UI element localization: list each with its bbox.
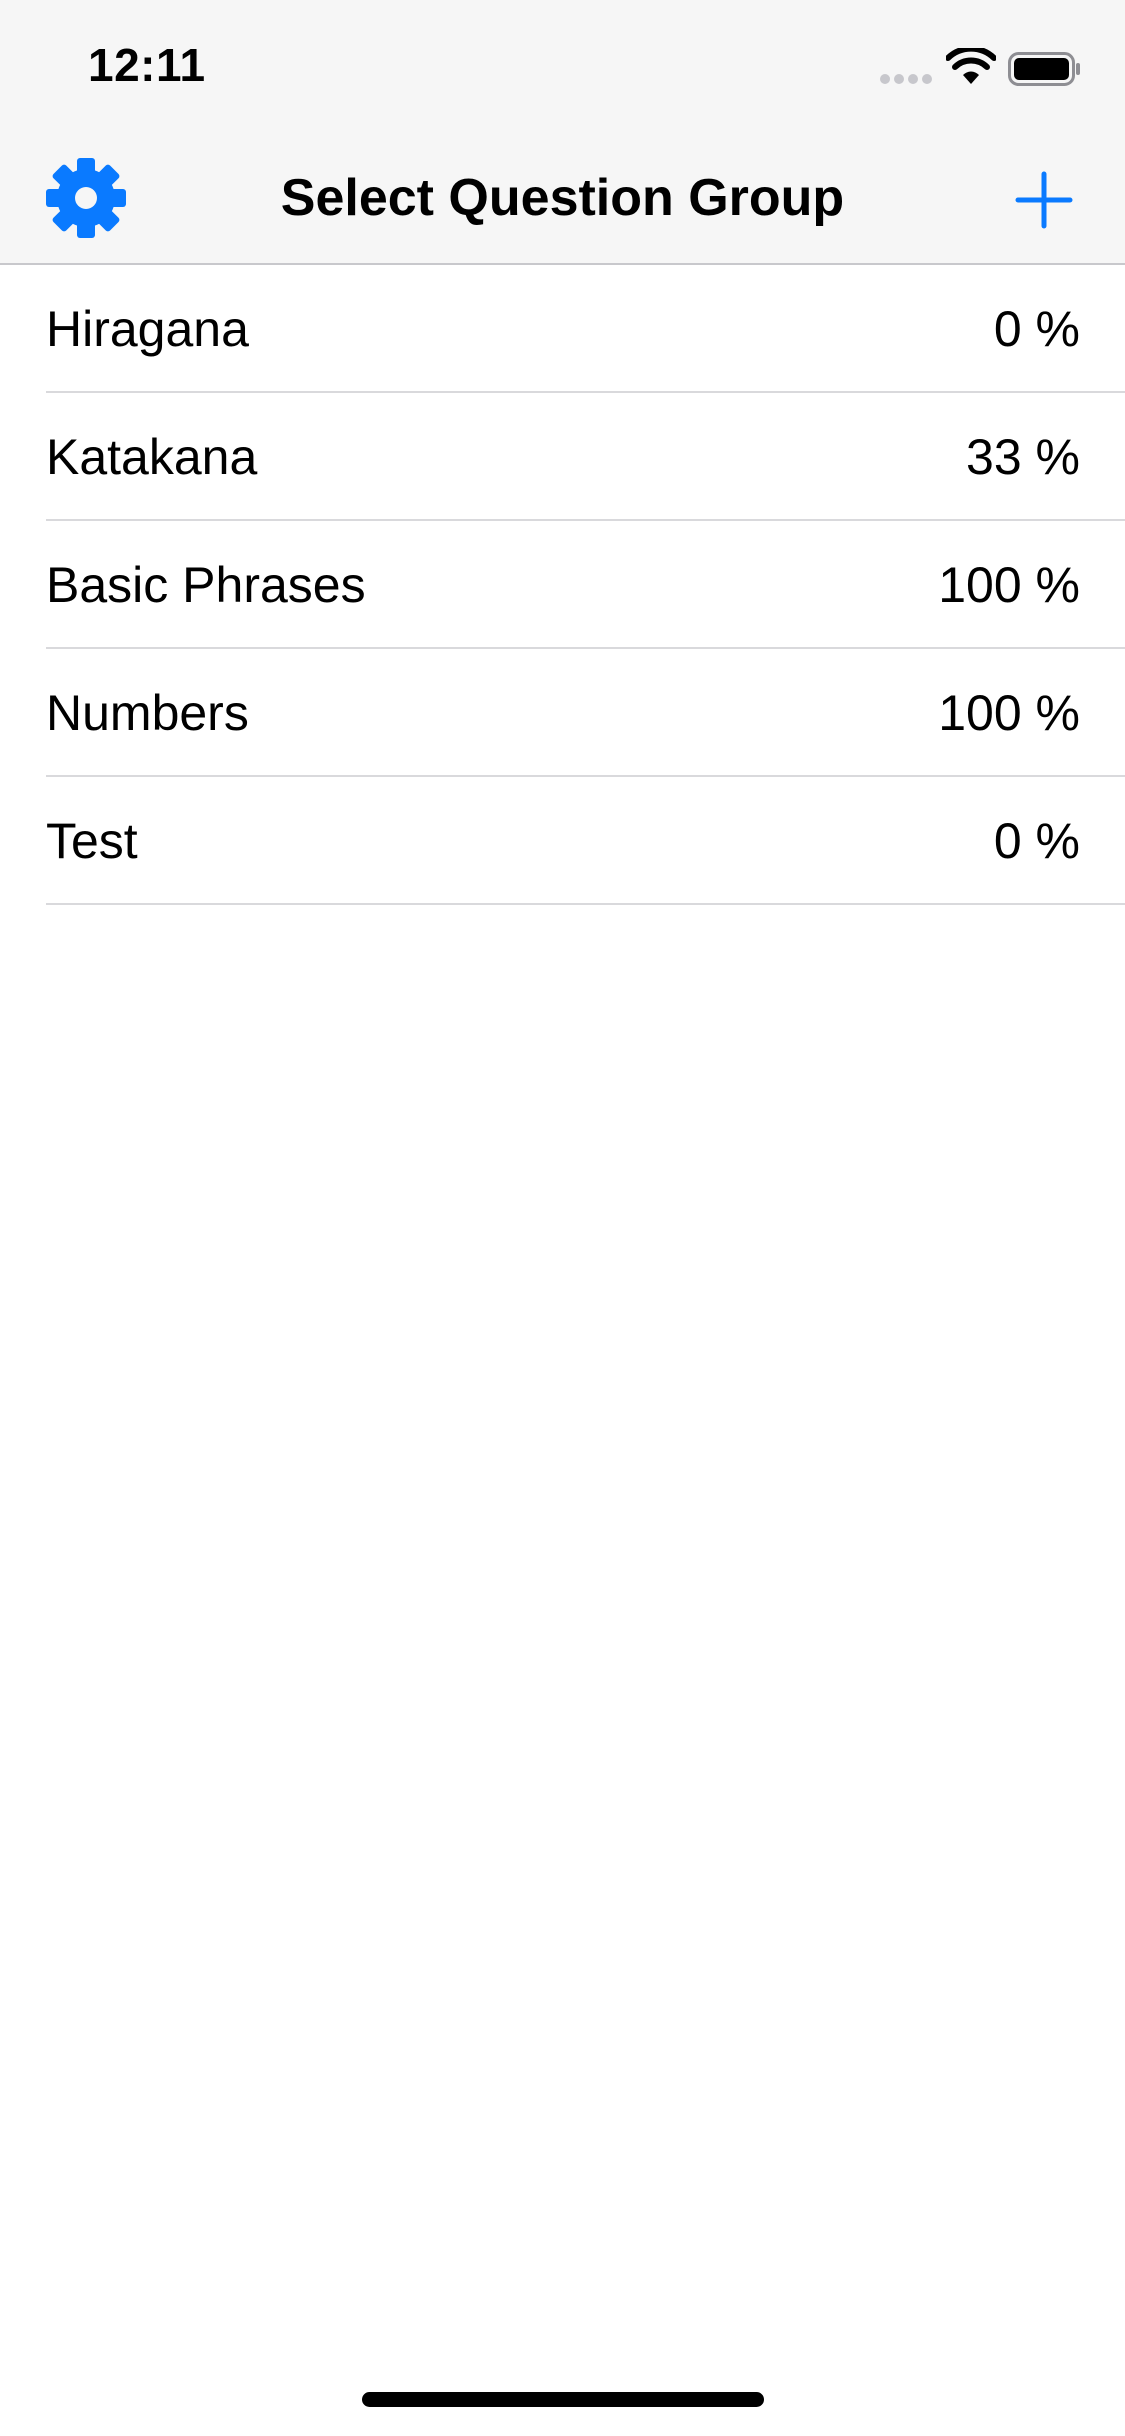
battery-icon xyxy=(1008,52,1080,86)
group-name: Test xyxy=(46,813,138,869)
signal-icon xyxy=(880,74,934,84)
group-name: Hiragana xyxy=(46,301,249,357)
group-name: Basic Phrases xyxy=(46,557,366,613)
top-bar: 12:11 Select Question Group xyxy=(0,0,1125,265)
list-item-test[interactable]: Test 0 % xyxy=(0,777,1125,905)
group-name: Numbers xyxy=(46,685,249,741)
group-progress: 100 % xyxy=(938,685,1080,741)
list-item-basic-phrases[interactable]: Basic Phrases 100 % xyxy=(0,521,1125,649)
wifi-icon xyxy=(946,48,996,84)
group-progress: 100 % xyxy=(938,557,1080,613)
group-progress: 0 % xyxy=(993,301,1080,357)
group-progress: 0 % xyxy=(993,813,1080,869)
group-name: Katakana xyxy=(46,429,258,485)
home-indicator[interactable] xyxy=(362,2392,764,2407)
list-item-numbers[interactable]: Numbers 100 % xyxy=(0,649,1125,777)
list-item-hiragana[interactable]: Hiragana 0 % xyxy=(0,265,1125,393)
add-group-button[interactable] xyxy=(1014,170,1074,230)
status-time: 12:11 xyxy=(88,39,206,91)
page-title: Select Question Group xyxy=(280,169,845,227)
question-group-list: Hiragana 0 % Katakana 33 % Basic Phrases… xyxy=(0,265,1125,905)
group-progress: 33 % xyxy=(966,429,1080,485)
screen: 12:11 Select Question Group Hiragana 0 %… xyxy=(0,0,1125,2436)
list-item-katakana[interactable]: Katakana 33 % xyxy=(0,393,1125,521)
